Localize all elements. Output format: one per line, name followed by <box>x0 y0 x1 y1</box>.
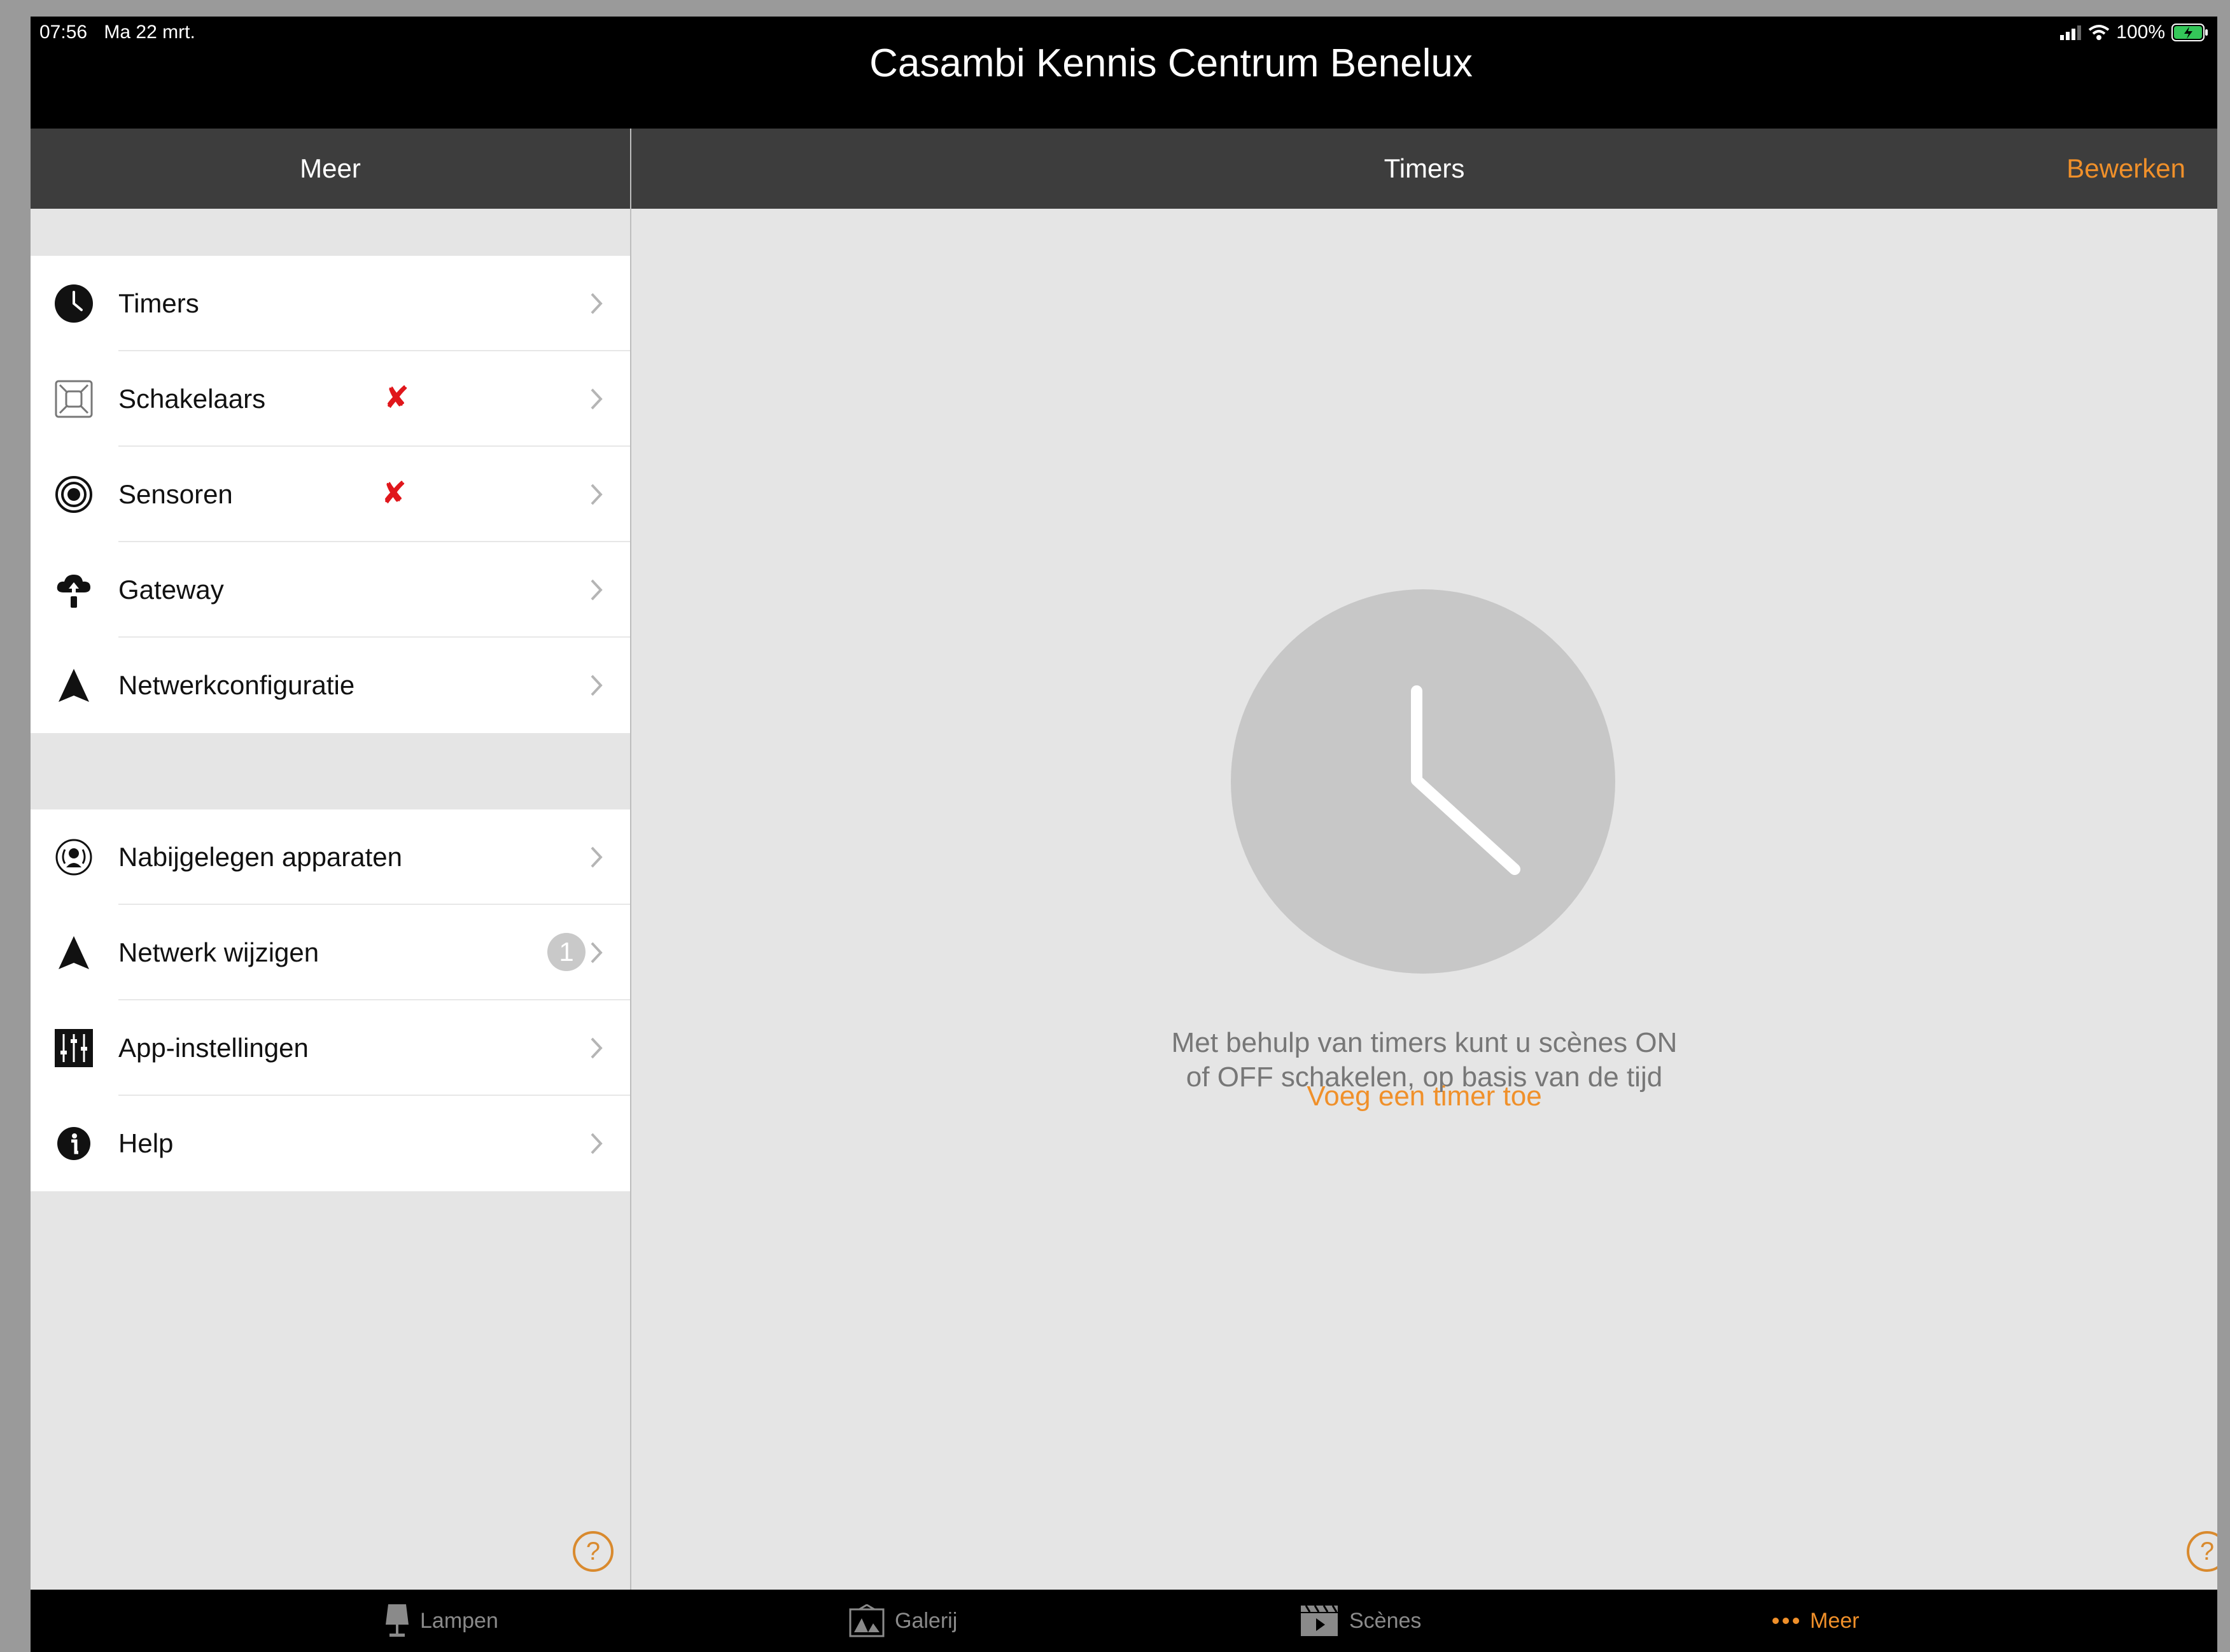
help-question-icon[interactable]: ? <box>573 1531 614 1572</box>
left-panel: Timers Schakelaars ✘ Sensoren ✘ Gateway … <box>31 209 630 1590</box>
empty-timer-clock-icon <box>1231 589 1615 974</box>
menu-item-schakelaars[interactable]: Schakelaars ✘ <box>31 351 630 447</box>
status-date: Ma 22 mrt. <box>104 22 195 43</box>
tab-label: Meer <box>1810 1608 1860 1633</box>
menu-section-2: Nabijgelegen apparaten Netwerk wijzigen … <box>31 809 630 1191</box>
tab-lampen[interactable]: Lampen <box>384 1590 498 1652</box>
status-bar: 07:56 Ma 22 mrt. 100% Casambi Kennis Cen… <box>31 17 2217 129</box>
menu-item-label: App-instellingen <box>118 1033 309 1063</box>
add-timer-link[interactable]: Voeg een timer toe <box>1160 1081 1689 1112</box>
tab-galerij[interactable]: Galerij <box>849 1590 957 1652</box>
info-icon <box>57 1127 90 1160</box>
menu-item-label: Nabijgelegen apparaten <box>118 842 403 872</box>
menu-item-nabijgelegen-apparaten[interactable]: Nabijgelegen apparaten <box>31 809 630 905</box>
menu-item-netwerkconfiguratie[interactable]: Netwerkconfiguratie <box>31 638 630 733</box>
tab-label: Galerij <box>895 1608 958 1633</box>
chevron-right-icon <box>591 942 603 963</box>
tab-meer[interactable]: Meer <box>1772 1590 1859 1652</box>
chevron-right-icon <box>591 579 603 601</box>
signal-icon <box>2060 25 2082 40</box>
wifi-icon <box>2089 25 2110 40</box>
chevron-right-icon <box>591 675 603 696</box>
battery-percent: 100% <box>2116 22 2165 43</box>
chevron-right-icon <box>591 1133 603 1154</box>
menu-item-timers[interactable]: Timers <box>31 256 630 351</box>
clock-icon <box>55 284 93 323</box>
app-title: Casambi Kennis Centrum Benelux <box>869 41 1473 85</box>
menu-section-1: Timers Schakelaars ✘ Sensoren ✘ Gateway … <box>31 256 630 733</box>
left-header-title: Meer <box>300 153 361 183</box>
menu-item-label: Netwerkconfiguratie <box>118 670 355 700</box>
chevron-right-icon <box>591 846 603 868</box>
status-time: 07:56 <box>39 22 88 43</box>
menu-item-label: Timers <box>118 288 199 318</box>
tab-label: Scènes <box>1349 1608 1422 1633</box>
chevron-right-icon <box>591 484 603 505</box>
cloud-upload-icon <box>57 575 90 608</box>
menu-item-label: Schakelaars <box>118 384 266 414</box>
right-header-title: Timers <box>1384 153 1465 183</box>
lamp-icon <box>386 1604 409 1637</box>
menu-item-app-instellingen[interactable]: App-instellingen <box>31 1000 630 1096</box>
more-dots-icon <box>1772 1618 1799 1624</box>
network-arrow-icon <box>59 669 89 702</box>
chevron-right-icon <box>591 388 603 410</box>
ipad-screen: 07:56 Ma 22 mrt. 100% Casambi Kennis Cen… <box>31 17 2217 1652</box>
menu-item-sensoren[interactable]: Sensoren ✘ <box>31 447 630 542</box>
nearby-devices-icon <box>55 839 92 876</box>
help-question-icon[interactable]: ? <box>2187 1531 2217 1572</box>
menu-item-label: Sensoren <box>118 479 233 509</box>
battery-icon <box>2171 24 2208 41</box>
count-badge: 1 <box>547 933 586 971</box>
scenes-clapper-icon <box>1301 1605 1338 1636</box>
menu-item-label: Help <box>118 1128 174 1158</box>
chevron-right-icon <box>591 1037 603 1059</box>
status-left: 07:56 Ma 22 mrt. <box>39 22 207 43</box>
right-panel: Met behulp van timers kunt u scènes ON o… <box>631 209 2217 1590</box>
chevron-right-icon <box>591 293 603 314</box>
menu-item-gateway[interactable]: Gateway <box>31 542 630 638</box>
tab-label: Lampen <box>420 1608 498 1633</box>
menu-item-label: Netwerk wijzigen <box>118 937 319 967</box>
error-x-icon: ✘ <box>384 381 410 415</box>
menu-item-netwerk-wijzigen[interactable]: Netwerk wijzigen 1 <box>31 905 630 1000</box>
network-arrow-icon <box>59 936 89 969</box>
right-header: Timers Bewerken <box>631 129 2217 209</box>
sliders-icon <box>55 1029 93 1067</box>
status-right: 100% <box>2060 22 2208 43</box>
menu-item-label: Gateway <box>118 575 224 605</box>
sensor-icon <box>55 476 92 513</box>
menu-item-help[interactable]: Help <box>31 1096 630 1191</box>
switch-icon <box>55 380 93 418</box>
tab-scenes[interactable]: Scènes <box>1300 1590 1421 1652</box>
error-x-icon: ✘ <box>381 477 407 510</box>
left-header: Meer <box>31 129 630 209</box>
gallery-icon <box>849 1604 885 1637</box>
edit-button[interactable]: Bewerken <box>2066 129 2185 209</box>
tab-bar: Lampen Galerij Scènes Meer <box>31 1590 2217 1652</box>
